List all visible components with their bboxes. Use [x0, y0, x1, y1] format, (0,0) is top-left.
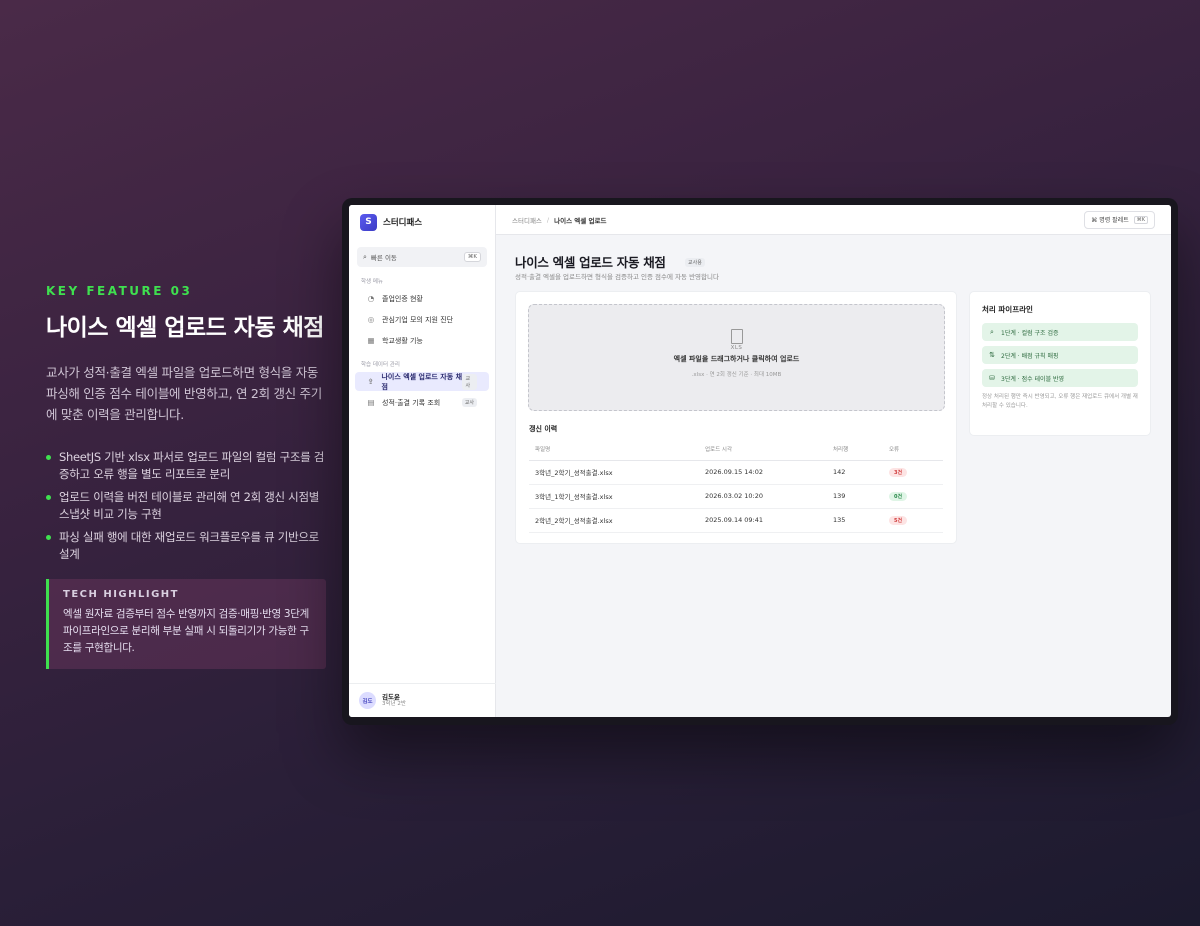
file-name: 2학년_2학기_성적출결.xlsx — [529, 508, 699, 533]
column-header: 처리행 — [827, 439, 883, 461]
pipeline-card: 처리 파이프라인 ⌕ 1단계 · 컬럼 구조 검증 ⇅ 2단계 · 배점 규칙 … — [969, 291, 1151, 436]
brand[interactable]: S 스터디패스 — [349, 206, 495, 238]
file-icon — [730, 329, 743, 344]
avatar: 김도 — [359, 692, 376, 709]
command-palette-label: ⌘ 명령 팔레트 — [1091, 217, 1129, 224]
processed-count: 139 — [827, 484, 883, 509]
tech-highlight-box: TECH HIGHLIGHT 엑셀 원자료 검증부터 점수 반영까지 검증·매핑… — [46, 579, 326, 669]
file-type-label: XLS — [730, 345, 743, 351]
feature-bullet: 파싱 실패 행에 대한 재업로드 워크플로우를 큐 기반으로 설계 — [46, 529, 326, 563]
sidebar-item-records[interactable]: ▤ 성적·출결 기록 조회 교사 — [355, 393, 489, 412]
main-content: 나이스 엑셀 업로드 자동 채점 교사용 성적·출결 엑셀을 업로드하면 형식을… — [496, 235, 1171, 717]
feature-bullets: SheetJS 기반 xlsx 파서로 업로드 파일의 컬럼 구조를 검증하고 … — [46, 449, 326, 563]
error-badge: 0건 — [889, 491, 908, 501]
upload-card: XLS 엑셀 파일을 드래그하거나 클릭하여 업로드 .xlsx · 연 2회 … — [515, 291, 957, 544]
breadcrumb-separator: / — [546, 215, 550, 224]
upload-time: 2026.03.02 10:20 — [699, 484, 827, 509]
pipeline-note: 정상 처리된 행만 즉시 반영되고, 오류 행은 재업로드 큐에서 개별 재처리… — [982, 394, 1138, 409]
sidebar-item-graduation[interactable]: ◔ 졸업인증 현황 — [355, 289, 489, 308]
processed-count: 142 — [827, 460, 883, 485]
pipeline-step-label: 3단계 · 점수 테이블 반영 — [1001, 375, 1065, 383]
quick-search-input[interactable]: ⌕ 빠른 이동 ⌘K — [357, 247, 487, 267]
command-palette-button[interactable]: ⌘ 명령 팔레트 ⌘K — [1084, 210, 1155, 229]
target-icon: ◎ — [367, 314, 375, 324]
processed-count: 135 — [827, 508, 883, 533]
page-subtitle: 성적·출결 엑셀을 업로드하면 형식을 검증하고 인증 점수에 자동 반영합니다 — [515, 273, 719, 281]
sidebar-item-diagnosis[interactable]: ◎ 관심기업 모의 지원 진단 — [355, 310, 489, 329]
feature-bullet: SheetJS 기반 xlsx 파서로 업로드 파일의 컬럼 구조를 검증하고 … — [46, 449, 326, 483]
sidebar-item-excel-upload[interactable]: ⇪ 나이스 엑셀 업로드 자동 채점 교사 — [355, 372, 489, 391]
error-badge: 3건 — [889, 467, 908, 477]
feature-headline: 나이스 엑셀 업로드 자동 채점 — [46, 315, 324, 341]
brand-name: 스터디패스 — [383, 218, 423, 228]
table-row[interactable]: 3학년_2학기_성적출결.xlsx 2026.09.15 14:02 142 3… — [529, 460, 943, 485]
column-header: 오류 — [883, 439, 943, 461]
pipeline-step: ⇅ 2단계 · 배점 규칙 매핑 — [982, 346, 1138, 364]
database-icon: ⛁ — [989, 374, 995, 382]
file-name: 3학년_1학기_성적출결.xlsx — [529, 484, 699, 509]
calendar-icon: ▦ — [367, 335, 375, 345]
dropzone-title: 엑셀 파일을 드래그하거나 클릭하여 업로드 — [673, 355, 800, 363]
file-dropzone[interactable]: XLS 엑셀 파일을 드래그하거나 클릭하여 업로드 .xlsx · 연 2회 … — [528, 304, 945, 411]
feature-panel: KEY FEATURE 03 나이스 엑셀 업로드 자동 채점 교사가 성적·출… — [46, 284, 326, 669]
sidebar-item-label: 졸업인증 현황 — [382, 294, 423, 303]
user-profile[interactable]: 김도 김도윤 3학년 2반 — [349, 683, 496, 717]
sidebar: S 스터디패스 ⌕ 빠른 이동 ⌘K 학생 메뉴 ◔ 졸업인증 현황 ◎ 관심기… — [349, 205, 496, 717]
history-table: 파일명 업로드 시각 처리행 오류 3학년_2학기_성적출결.xlsx 2026… — [529, 439, 943, 533]
brand-logo: S — [360, 213, 377, 231]
sidebar-item-school-life[interactable]: ▦ 학교생활 기능 — [355, 331, 489, 350]
table-header-row: 파일명 업로드 시각 처리행 오류 — [529, 439, 943, 461]
breadcrumb-current: 나이스 엑셀 업로드 — [554, 216, 607, 225]
pipeline-step-label: 1단계 · 컬럼 구조 검증 — [1001, 329, 1059, 337]
tech-highlight-title: TECH HIGHLIGHT — [63, 589, 179, 600]
column-header: 파일명 — [529, 439, 699, 461]
gauge-icon: ◔ — [367, 293, 375, 303]
table-row[interactable]: 2학년_2학기_성적출결.xlsx 2025.09.14 09:41 135 5… — [529, 508, 943, 533]
pipeline-step: ⛁ 3단계 · 점수 테이블 반영 — [982, 369, 1138, 387]
shortcut-kbd: ⌘K — [1133, 215, 1148, 224]
upload-icon: ⇪ — [367, 376, 374, 386]
pipeline-step-label: 2단계 · 배점 규칙 매핑 — [1001, 352, 1059, 360]
tech-highlight-text: 엑셀 원자료 검증부터 점수 반영까지 검증·매핑·반영 3단계 파이프라인으로… — [63, 608, 309, 654]
search-icon: ⌕ — [990, 327, 994, 336]
search-icon: ⌕ — [363, 252, 367, 261]
column-header: 업로드 시각 — [699, 439, 827, 461]
role-tag: 교사 — [461, 398, 477, 407]
shortcut-kbd: ⌘K — [463, 252, 481, 262]
section-label-student: 학생 메뉴 — [361, 279, 383, 285]
sidebar-item-label: 성적·출결 기록 조회 — [382, 398, 441, 407]
pipeline-title: 처리 파이프라인 — [982, 305, 1033, 314]
pipeline-step: ⌕ 1단계 · 컬럼 구조 검증 — [982, 323, 1138, 341]
topbar: 스터디패스 / 나이스 엑셀 업로드 ⌘ 명령 팔레트 ⌘K — [496, 205, 1171, 235]
feature-bullet: 업로드 이력을 버전 테이블로 관리해 연 2회 갱신 시점별 스냅샷 비교 기… — [46, 489, 326, 523]
sidebar-item-label: 나이스 엑셀 업로드 자동 채점 — [381, 372, 463, 391]
breadcrumb-root[interactable]: 스터디패스 — [512, 215, 542, 225]
upload-time: 2025.09.14 09:41 — [699, 508, 827, 533]
upload-time: 2026.09.15 14:02 — [699, 460, 827, 485]
device-frame: S 스터디패스 ⌕ 빠른 이동 ⌘K 학생 메뉴 ◔ 졸업인증 현황 ◎ 관심기… — [342, 198, 1178, 725]
section-label-data: 학습 데이터 관리 — [361, 362, 400, 368]
user-class: 3학년 2반 — [382, 701, 406, 707]
role-badge: 교사용 — [685, 258, 705, 267]
history-title: 갱신 이력 — [529, 425, 558, 433]
sidebar-item-label: 관심기업 모의 지원 진단 — [382, 315, 454, 324]
feature-description: 교사가 성적·출결 엑셀 파일을 업로드하면 형식을 자동 파싱해 인증 점수 … — [46, 365, 322, 422]
app-screen: S 스터디패스 ⌕ 빠른 이동 ⌘K 학생 메뉴 ◔ 졸업인증 현황 ◎ 관심기… — [349, 205, 1171, 717]
dropzone-hint: .xlsx · 연 2회 갱신 기준 · 최대 10MB — [691, 372, 782, 378]
quick-search-label: 빠른 이동 — [370, 254, 397, 262]
error-badge: 5건 — [889, 515, 908, 525]
swap-icon: ⇅ — [989, 351, 995, 359]
file-name: 3학년_2학기_성적출결.xlsx — [529, 460, 699, 485]
document-icon: ▤ — [367, 397, 375, 407]
feature-kicker: KEY FEATURE 03 — [46, 284, 193, 298]
sidebar-item-label: 학교생활 기능 — [382, 336, 423, 345]
page-title: 나이스 엑셀 업로드 자동 채점 — [515, 255, 666, 270]
role-tag: 교사 — [462, 373, 477, 390]
table-row[interactable]: 3학년_1학기_성적출결.xlsx 2026.03.02 10:20 139 0… — [529, 484, 943, 509]
user-name: 김도윤 — [382, 693, 400, 701]
